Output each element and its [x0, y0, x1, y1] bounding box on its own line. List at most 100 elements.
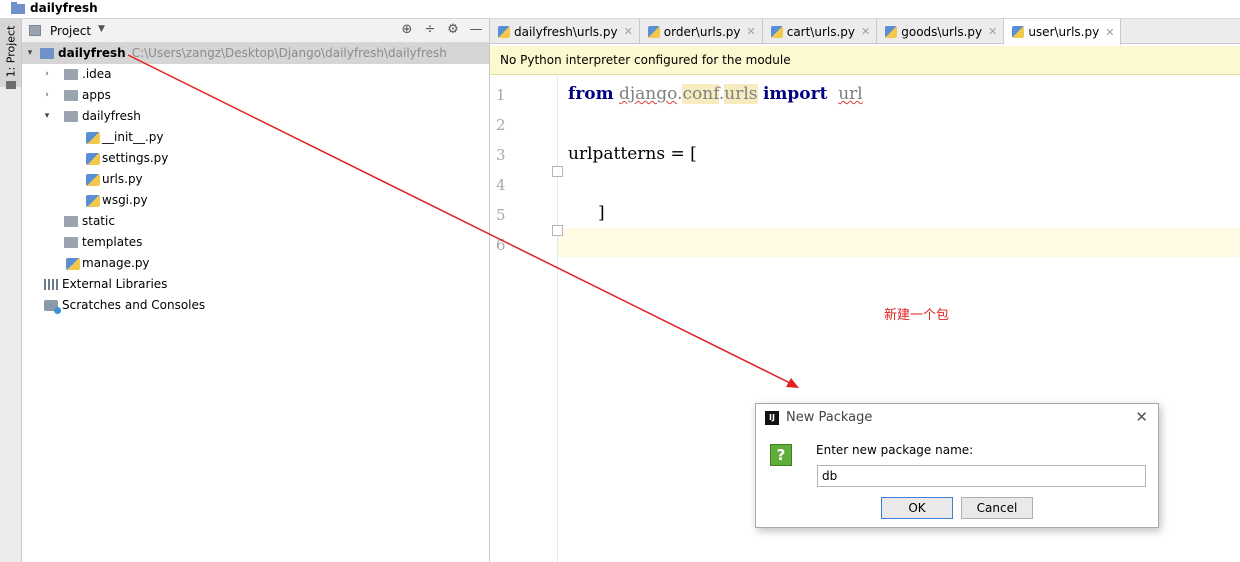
gear-icon[interactable]: ⚙	[446, 22, 460, 37]
code-token: from	[568, 84, 614, 104]
python-file-icon	[86, 132, 100, 144]
tab-dailyfresh-urls[interactable]: dailyfresh\urls.py ✕	[490, 19, 640, 44]
banner-text: No Python interpreter configured for the…	[500, 53, 791, 67]
tree-item-settings-py[interactable]: settings.py	[22, 148, 489, 169]
folder-icon	[40, 48, 54, 59]
tab-goods-urls[interactable]: goods\urls.py ✕	[877, 19, 1005, 44]
python-file-icon	[1012, 26, 1025, 38]
project-panel-tools: ⊕ ÷ ⚙ —	[400, 22, 483, 37]
tab-label: order\urls.py	[663, 24, 741, 39]
tree-item-static[interactable]: static	[22, 211, 489, 232]
python-file-icon	[498, 25, 510, 38]
line-number: 3	[496, 146, 506, 164]
line-number-gutter: 1 2 3 4 5 6	[490, 76, 563, 562]
folder-icon	[64, 216, 78, 227]
line-number: 4	[496, 176, 506, 194]
package-name-input[interactable]: db	[817, 465, 1146, 487]
chevron-right-icon[interactable]: ›	[42, 85, 52, 106]
editor-tabs: dailyfresh\urls.py ✕ order\urls.py ✕ car…	[490, 19, 1240, 45]
tree-item-label: dailyfresh	[58, 46, 126, 60]
code-line-3: urlpatterns = [	[568, 144, 697, 164]
tree-item-apps[interactable]: › apps	[22, 85, 489, 106]
project-folder-icon	[11, 2, 25, 14]
tree-item-label: wsgi.py	[102, 193, 148, 207]
collapse-all-icon[interactable]: ÷	[423, 22, 437, 37]
project-tool-tab-label: 1: Project	[4, 25, 18, 78]
tree-item-label: static	[82, 214, 115, 228]
tree-item-path: C:\Users\zangz\Desktop\Django\dailyfresh…	[131, 46, 447, 60]
tree-item-idea[interactable]: › .idea	[22, 64, 489, 85]
window-titlebar: dailyfresh	[0, 0, 1240, 19]
dialog-title: New Package	[786, 410, 873, 425]
tree-item-label: manage.py	[82, 256, 150, 270]
code-token: url	[838, 84, 863, 104]
tree-item-label: templates	[82, 235, 143, 249]
tree-item-label: .idea	[82, 67, 112, 81]
tab-label: user\urls.py	[1028, 25, 1100, 39]
tab-order-urls[interactable]: order\urls.py ✕	[640, 19, 763, 44]
new-package-dialog: IJ New Package ✕ ? Enter new package nam…	[755, 403, 1159, 528]
tab-label: goods\urls.py	[901, 24, 983, 39]
python-file-icon	[770, 25, 783, 38]
ok-button[interactable]: OK	[881, 497, 953, 519]
tree-item-label: __init__.py	[102, 130, 164, 144]
project-view-selector[interactable]: Project	[50, 24, 91, 38]
folder-icon	[64, 90, 78, 101]
close-icon[interactable]: ✕	[1105, 26, 1114, 39]
tab-label: cart\urls.py	[786, 24, 856, 39]
line-number: 2	[496, 116, 506, 134]
cancel-button[interactable]: Cancel	[961, 497, 1033, 519]
chevron-down-icon[interactable]: ▾	[25, 43, 35, 64]
code-line-1: from django.conf.urls import url	[568, 84, 863, 104]
tree-item-manage-py[interactable]: manage.py	[22, 253, 489, 274]
folder-icon	[64, 237, 78, 248]
close-icon[interactable]: ✕	[1135, 408, 1148, 426]
project-tool-icon	[6, 81, 16, 89]
tree-item-label: settings.py	[102, 151, 169, 165]
tree-item-urls-py[interactable]: urls.py	[22, 169, 489, 190]
tree-item-init-py[interactable]: __init__.py	[22, 127, 489, 148]
code-token: django	[619, 84, 678, 104]
close-icon[interactable]: ✕	[988, 25, 997, 38]
tree-item-templates[interactable]: templates	[22, 232, 489, 253]
python-file-icon	[647, 25, 660, 38]
locate-icon[interactable]: ⊕	[400, 22, 414, 37]
tab-user-urls[interactable]: user\urls.py ✕	[1004, 19, 1122, 45]
tree-item-label: External Libraries	[62, 277, 168, 291]
library-icon	[44, 279, 58, 290]
python-file-icon	[86, 174, 100, 186]
intellij-logo-icon: IJ	[765, 411, 779, 425]
close-icon[interactable]: ✕	[861, 25, 870, 38]
python-file-icon	[66, 258, 80, 270]
interpreter-warning-banner: No Python interpreter configured for the…	[490, 46, 1240, 75]
close-icon[interactable]: ✕	[747, 25, 756, 38]
tree-item-dailyfresh-package[interactable]: ▾ dailyfresh	[22, 106, 489, 127]
tree-item-root[interactable]: ▾ dailyfresh C:\Users\zangz\Desktop\Djang…	[22, 43, 489, 64]
tree-item-scratches[interactable]: Scratches and Consoles	[22, 295, 489, 316]
window-title: dailyfresh	[30, 1, 98, 15]
close-icon[interactable]: ✕	[624, 25, 633, 38]
annotation-text: 新建一个包	[884, 308, 950, 323]
python-file-icon	[86, 153, 100, 165]
chevron-down-icon[interactable]: ▾	[42, 106, 52, 127]
chevron-right-icon[interactable]: ›	[42, 64, 52, 85]
project-panel-header: Project ▼ ⊕ ÷ ⚙ —	[22, 19, 489, 43]
chevron-down-icon[interactable]: ▼	[98, 24, 105, 34]
code-line-5: ]	[598, 203, 605, 223]
folder-icon	[64, 69, 78, 80]
line-number: 1	[496, 86, 506, 104]
tree-item-wsgi-py[interactable]: wsgi.py	[22, 190, 489, 211]
tree-item-label: dailyfresh	[82, 109, 141, 123]
tree-item-label: Scratches and Consoles	[62, 298, 206, 312]
dialog-titlebar: IJ New Package ✕	[756, 404, 1158, 432]
tree-item-external-libraries[interactable]: External Libraries	[22, 274, 489, 295]
question-icon: ?	[770, 444, 792, 466]
project-tool-tab[interactable]: 1: Project	[0, 19, 21, 89]
tool-window-strip: 1: Project	[0, 19, 22, 562]
dialog-prompt: Enter new package name:	[816, 443, 974, 457]
project-panel: Project ▼ ⊕ ÷ ⚙ — ▾ dailyfresh C:\Users\z…	[22, 19, 490, 562]
hide-icon[interactable]: —	[469, 22, 483, 37]
tab-cart-urls[interactable]: cart\urls.py ✕	[763, 19, 878, 44]
scratches-icon	[44, 300, 61, 314]
tree-item-label: urls.py	[102, 172, 143, 186]
